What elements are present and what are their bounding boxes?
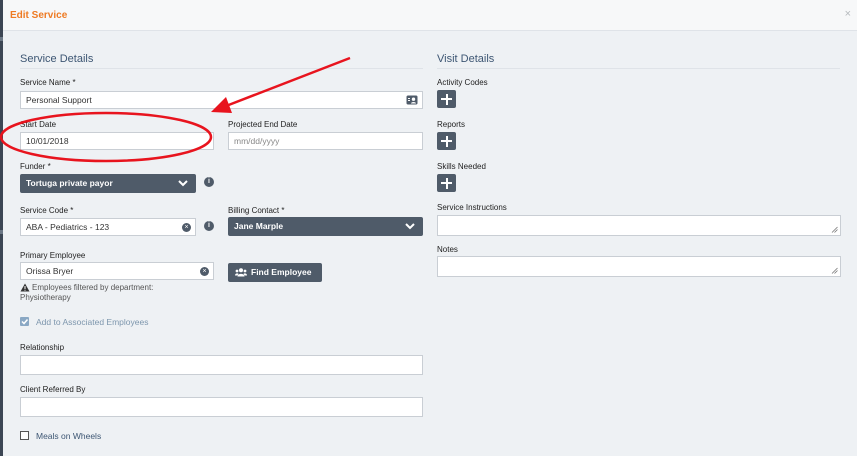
- start-date-label: Start Date: [20, 120, 57, 129]
- resize-grip-icon[interactable]: [831, 267, 838, 274]
- dialog-header: Edit Service ×: [3, 0, 857, 31]
- chevron-down-icon: [178, 180, 188, 187]
- close-icon[interactable]: ×: [845, 8, 851, 20]
- service-name-label: Service Name *: [20, 78, 76, 87]
- find-employee-button[interactable]: Find Employee: [228, 263, 322, 282]
- add-to-associated-label[interactable]: Add to Associated Employees: [36, 317, 148, 327]
- funder-value: Tortuga private payor: [26, 178, 113, 188]
- service-details-heading: Service Details: [20, 53, 94, 65]
- section-divider: [20, 68, 423, 69]
- warning-icon: [20, 283, 30, 292]
- checkbox-icon: [21, 319, 29, 325]
- edit-service-dialog: Edit Service × Service Details Service N…: [3, 0, 857, 456]
- primary-employee-value: Orissa Bryer: [26, 266, 74, 276]
- billing-contact-value: Jane Marple: [234, 221, 284, 231]
- dialog-title: Edit Service: [10, 10, 68, 21]
- skills-needed-label: Skills Needed: [437, 162, 486, 171]
- notes-textarea[interactable]: [437, 256, 841, 277]
- relationship-field[interactable]: [20, 355, 423, 375]
- service-code-field[interactable]: ABA - Pediatrics - 123 ×: [20, 218, 196, 236]
- service-instructions-label: Service Instructions: [437, 203, 507, 212]
- client-referred-by-field[interactable]: [20, 397, 423, 417]
- add-skill-button[interactable]: [437, 174, 456, 192]
- visit-details-heading: Visit Details: [437, 53, 495, 65]
- service-name-field[interactable]: Personal Support: [20, 91, 423, 109]
- chevron-down-icon: [405, 223, 415, 230]
- projected-end-date-placeholder: mm/dd/yyyy: [234, 136, 280, 146]
- clear-icon[interactable]: ×: [200, 267, 209, 276]
- service-code-value: ABA - Pediatrics - 123: [26, 222, 110, 232]
- primary-employee-field[interactable]: Orissa Bryer ×: [20, 262, 214, 280]
- relationship-label: Relationship: [20, 343, 65, 352]
- section-divider: [437, 68, 840, 69]
- add-to-associated-checkbox[interactable]: [20, 317, 29, 326]
- funder-select[interactable]: Tortuga private payor: [20, 174, 196, 193]
- find-employee-label: Find Employee: [251, 267, 312, 277]
- service-instructions-textarea[interactable]: [437, 215, 841, 236]
- service-name-value: Personal Support: [26, 95, 92, 105]
- funder-label: Funder *: [20, 162, 51, 171]
- meals-on-wheels-label[interactable]: Meals on Wheels: [36, 431, 101, 441]
- reports-label: Reports: [437, 120, 466, 129]
- primary-employee-label: Primary Employee: [20, 251, 86, 260]
- billing-contact-label: Billing Contact *: [228, 206, 285, 215]
- billing-contact-select[interactable]: Jane Marple: [228, 217, 423, 236]
- users-icon: [235, 268, 247, 277]
- info-icon[interactable]: i: [204, 221, 214, 231]
- employee-filter-department: Physiotherapy: [20, 293, 71, 302]
- info-icon[interactable]: i: [204, 177, 214, 187]
- add-report-button[interactable]: [437, 132, 456, 150]
- start-date-field[interactable]: 10/01/2018: [20, 132, 214, 150]
- meals-on-wheels-checkbox[interactable]: [20, 431, 29, 440]
- resize-grip-icon[interactable]: [831, 226, 838, 233]
- projected-end-date-field[interactable]: mm/dd/yyyy: [228, 132, 423, 150]
- start-date-value: 10/01/2018: [26, 136, 69, 146]
- projected-end-date-label: Projected End Date: [228, 120, 298, 129]
- client-referred-by-label: Client Referred By: [20, 385, 86, 394]
- employee-filter-note: Employees filtered by department:: [32, 283, 154, 292]
- contact-card-icon[interactable]: [406, 95, 418, 105]
- clear-icon[interactable]: ×: [182, 223, 191, 232]
- service-code-label: Service Code *: [20, 206, 74, 215]
- notes-label: Notes: [437, 245, 458, 254]
- activity-codes-label: Activity Codes: [437, 78, 488, 87]
- add-activity-code-button[interactable]: [437, 90, 456, 108]
